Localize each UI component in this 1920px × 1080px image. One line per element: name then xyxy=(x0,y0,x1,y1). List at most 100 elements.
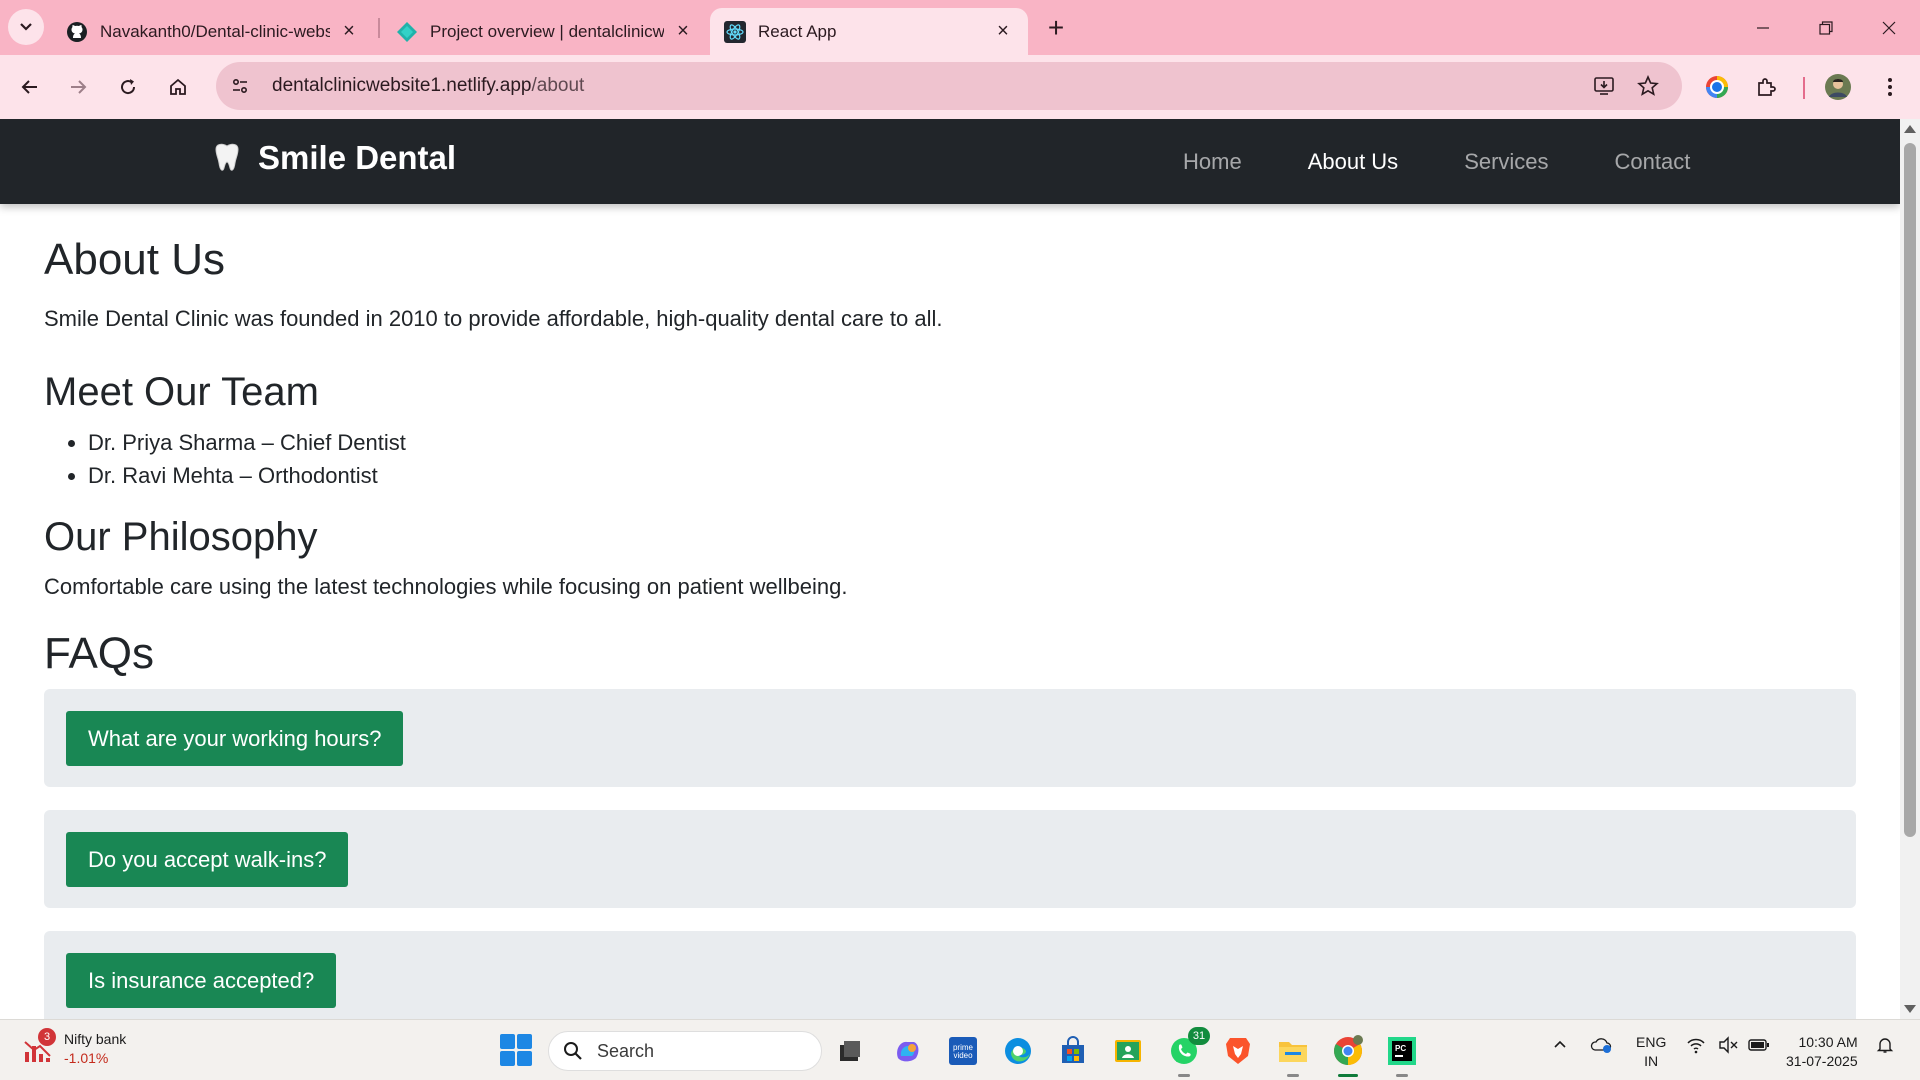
tab-title: Navakanth0/Dental-clinic-website xyxy=(100,21,330,41)
speaker-muted-icon xyxy=(1719,1036,1738,1054)
scroll-thumb[interactable] xyxy=(1904,143,1916,837)
close-tab-icon[interactable]: × xyxy=(672,20,694,43)
network-status[interactable] xyxy=(1686,1036,1706,1057)
site-brand[interactable]: Smile Dental xyxy=(210,139,456,177)
volume-status[interactable] xyxy=(1718,1036,1738,1057)
close-tab-icon[interactable]: × xyxy=(338,20,360,43)
lang-line-2: IN xyxy=(1644,1053,1659,1069)
tooth-icon xyxy=(215,143,239,171)
scroll-up-arrow[interactable] xyxy=(1904,125,1916,133)
faq-toggle-button[interactable]: Is insurance accepted? xyxy=(66,953,337,1008)
home-button[interactable] xyxy=(160,69,196,105)
minimize-icon xyxy=(1757,26,1769,29)
url-domain: dentalclinicwebsite1.netlify.app xyxy=(272,75,532,96)
scroll-down-arrow[interactable] xyxy=(1904,1005,1916,1013)
taskbar-app-brave[interactable] xyxy=(1220,1033,1256,1069)
stock-widget[interactable]: 3 Nifty bank -1.01% xyxy=(22,1028,127,1068)
color-extension-button[interactable] xyxy=(1699,69,1735,105)
new-tab-button[interactable]: + xyxy=(1040,12,1072,44)
browser-tab-github[interactable]: Navakanth0/Dental-clinic-website × xyxy=(52,8,374,55)
browser-tab-react-app[interactable]: React App × xyxy=(710,8,1028,55)
reload-button[interactable] xyxy=(110,69,146,105)
install-app-button[interactable] xyxy=(1586,68,1622,104)
arrow-left-icon xyxy=(21,80,37,94)
faq-card: Is insurance accepted? xyxy=(44,931,1856,1019)
page-scrollbar[interactable] xyxy=(1900,119,1920,1019)
url-path: /about xyxy=(531,75,585,96)
star-icon xyxy=(1637,75,1659,96)
nav-link-contact[interactable]: Contact xyxy=(1615,149,1691,175)
language-indicator[interactable]: ENG IN xyxy=(1636,1033,1666,1071)
philosophy-text: Comfortable care using the latest techno… xyxy=(44,574,848,599)
team-list: Dr. Priya Sharma – Chief Dentist Dr. Rav… xyxy=(88,426,406,492)
taskbar-app-store[interactable] xyxy=(1055,1033,1091,1069)
taskbar-app-whatsapp[interactable]: 31 xyxy=(1166,1027,1210,1077)
onedrive-status[interactable] xyxy=(1590,1036,1612,1057)
faq-card: What are your working hours? xyxy=(44,689,1856,787)
classroom-icon xyxy=(1115,1040,1141,1062)
chevron-down-icon xyxy=(20,23,32,31)
back-button[interactable] xyxy=(12,69,48,105)
chrome-icon xyxy=(1334,1035,1363,1065)
windows-logo-icon xyxy=(500,1034,515,1049)
nav-link-services[interactable]: Services xyxy=(1464,149,1548,175)
taskbar-app-pycharm[interactable]: PC xyxy=(1384,1033,1420,1077)
show-hidden-icons-button[interactable] xyxy=(1552,1036,1568,1055)
install-icon xyxy=(1594,77,1614,95)
browser-menu-button[interactable] xyxy=(1872,69,1908,105)
copilot-icon xyxy=(897,1041,919,1062)
more-vertical-icon xyxy=(1888,78,1892,96)
profile-avatar[interactable] xyxy=(1820,69,1856,105)
prime-video-icon: primevideo xyxy=(949,1037,977,1065)
taskbar-app-prime-video[interactable]: prime video xyxy=(945,1033,981,1069)
taskbar-app-classroom[interactable] xyxy=(1110,1033,1146,1069)
browser-toolbar: dentalclinicwebsite1.netlify.app/about xyxy=(0,55,1920,119)
tab-search-button[interactable] xyxy=(8,9,44,45)
battery-status[interactable] xyxy=(1748,1036,1770,1057)
notifications-button[interactable] xyxy=(1876,1036,1894,1057)
system-clock[interactable]: 10:30 AM 31-07-2025 xyxy=(1786,1033,1858,1071)
nav-link-home[interactable]: Home xyxy=(1183,149,1242,175)
faq-toggle-button[interactable]: Do you accept walk-ins? xyxy=(66,832,349,887)
widget-title: Nifty bank xyxy=(64,1031,127,1047)
close-window-button[interactable] xyxy=(1858,0,1920,55)
brand-name: Smile Dental xyxy=(258,139,457,176)
widget-change: -1.01% xyxy=(64,1050,109,1066)
restore-button[interactable] xyxy=(1795,0,1857,55)
task-view-icon xyxy=(840,1041,860,1061)
start-button[interactable] xyxy=(500,1034,532,1066)
svg-text:PC: PC xyxy=(1395,1044,1406,1053)
search-icon xyxy=(564,1042,582,1060)
site-info-icon[interactable] xyxy=(220,66,260,106)
list-item: Dr. Priya Sharma – Chief Dentist xyxy=(88,426,406,459)
nav-link-about[interactable]: About Us xyxy=(1308,149,1399,175)
tab-title: Project overview | dentalclinicwebsite1 xyxy=(430,21,664,41)
address-bar[interactable]: dentalclinicwebsite1.netlify.app/about xyxy=(216,62,1682,110)
forward-button[interactable] xyxy=(60,69,96,105)
taskbar-app-task-view[interactable] xyxy=(832,1033,868,1069)
taskbar-app-chrome[interactable] xyxy=(1330,1033,1366,1077)
bookmark-button[interactable] xyxy=(1630,68,1666,104)
whatsapp-badge: 31 xyxy=(1188,1027,1210,1045)
taskbar-search[interactable]: Search xyxy=(548,1031,822,1071)
browser-tab-bar: Navakanth0/Dental-clinic-website × Proje… xyxy=(0,0,1920,55)
color-wheel-icon xyxy=(1706,76,1728,98)
site-nav-links: Home About Us Services Contact xyxy=(1183,119,1756,204)
faq-toggle-button[interactable]: What are your working hours? xyxy=(66,711,404,766)
taskbar-app-copilot[interactable] xyxy=(889,1033,925,1069)
battery-icon xyxy=(1748,1039,1769,1051)
store-icon xyxy=(1062,1036,1084,1063)
extensions-button[interactable] xyxy=(1748,69,1784,105)
taskbar-app-edge[interactable] xyxy=(1000,1033,1036,1069)
arrow-right-icon xyxy=(71,80,87,94)
clock-time: 10:30 AM xyxy=(1798,1034,1858,1050)
minimize-button[interactable] xyxy=(1732,0,1794,55)
close-icon xyxy=(1882,21,1896,34)
brave-icon xyxy=(1226,1038,1250,1064)
browser-tab-netlify[interactable]: Project overview | dentalclinicwebsite1 … xyxy=(382,8,708,55)
taskbar-app-file-explorer[interactable] xyxy=(1275,1033,1311,1077)
bell-icon xyxy=(1876,1038,1894,1053)
svg-text:video: video xyxy=(953,1051,973,1060)
faq-card: Do you accept walk-ins? xyxy=(44,810,1856,908)
close-tab-icon[interactable]: × xyxy=(992,20,1014,43)
